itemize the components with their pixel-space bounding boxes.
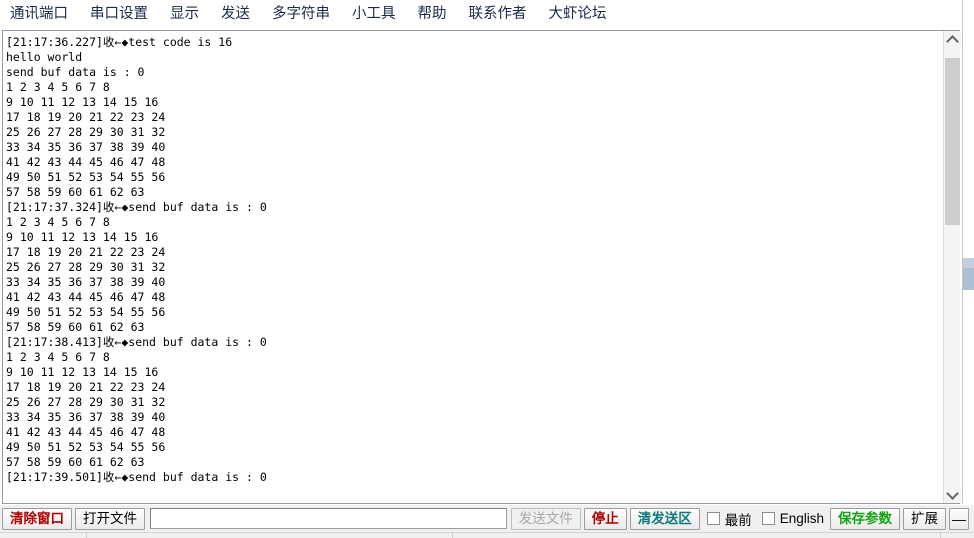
log-line: 33 34 35 36 37 38 39 40 xyxy=(6,140,166,154)
menu-tools[interactable]: 小工具 xyxy=(352,0,396,28)
edge-band-header xyxy=(963,258,974,268)
log-line: 25 26 27 28 29 30 31 32 xyxy=(6,395,166,409)
receive-scrollbar[interactable] xyxy=(943,31,961,503)
log-line: 1 2 3 4 5 6 7 8 xyxy=(6,350,110,364)
log-line: send buf data is : 0 xyxy=(6,65,145,79)
menu-contact-author[interactable]: 联系作者 xyxy=(469,0,527,28)
chevron-down-icon xyxy=(946,486,959,500)
edge-band-gap xyxy=(963,290,974,304)
menu-comm-port[interactable]: 通讯端口 xyxy=(10,0,68,28)
english-label: English xyxy=(779,511,824,526)
menu-multi-string[interactable]: 多字符串 xyxy=(272,0,330,28)
log-line: 41 42 43 44 45 46 47 48 xyxy=(6,290,166,304)
log-line: 57 58 59 60 61 62 63 xyxy=(6,320,145,334)
menu-display[interactable]: 显示 xyxy=(170,0,199,28)
log-line: 1 2 3 4 5 6 7 8 xyxy=(6,80,110,94)
menu-serial-settings[interactable]: 串口设置 xyxy=(90,0,148,28)
topmost-label: 最前 xyxy=(724,512,752,528)
topmost-checkbox[interactable]: 最前 xyxy=(706,509,752,529)
clear-window-button[interactable]: 清除窗口 xyxy=(2,507,72,530)
log-line: 17 18 19 20 21 22 23 24 xyxy=(6,110,166,124)
log-line: 25 26 27 28 29 30 31 32 xyxy=(6,125,166,139)
clear-send-area-button[interactable]: 清发送区 xyxy=(629,507,700,530)
menu-send[interactable]: 发送 xyxy=(221,0,250,28)
scrollbar-thumb[interactable] xyxy=(945,58,960,225)
edge-band-row xyxy=(963,268,974,290)
save-params-button[interactable]: 保存参数 xyxy=(830,507,900,530)
receive-log-text[interactable]: [21:17:36.227]收←◆test code is 16 hello wo… xyxy=(3,31,943,503)
send-file-button[interactable]: 发送文件 xyxy=(510,507,581,530)
checkbox-icon-topmost[interactable] xyxy=(706,512,720,525)
status-divider xyxy=(452,533,453,538)
checkbox-icon-english[interactable] xyxy=(761,512,775,525)
log-line: [21:17:37.324]收←◆send buf data is : 0 xyxy=(6,200,267,214)
edge-band-top xyxy=(963,0,974,258)
log-line: 33 34 35 36 37 38 39 40 xyxy=(6,275,166,289)
receive-area: [21:17:36.227]收←◆test code is 16 hello wo… xyxy=(2,30,961,504)
log-line: [21:17:38.413]收←◆send buf data is : 0 xyxy=(6,335,267,349)
status-divider xyxy=(86,533,87,538)
bottom-toolbar: 清除窗口 打开文件 发送文件 停止 清发送区 最前 English 保存参数 扩… xyxy=(0,505,974,532)
log-line: 9 10 11 12 13 14 15 16 xyxy=(6,230,159,244)
menubar: 通讯端口 串口设置 显示 发送 多字符串 小工具 帮助 联系作者 大虾论坛 xyxy=(0,0,962,28)
log-line: hello world xyxy=(6,50,83,64)
log-line: 57 58 59 60 61 62 63 xyxy=(6,455,145,469)
log-line: 49 50 51 52 53 54 55 56 xyxy=(6,170,166,184)
edge-band-body xyxy=(963,304,974,504)
log-line: 1 2 3 4 5 6 7 8 xyxy=(6,215,110,229)
log-line: [21:17:39.501]收←◆send buf data is : 0 xyxy=(6,470,267,484)
menu-help[interactable]: 帮助 xyxy=(418,0,447,28)
log-line: 49 50 51 52 53 54 55 56 xyxy=(6,440,166,454)
expand-button[interactable]: 扩展 xyxy=(903,507,946,530)
english-checkbox[interactable]: English xyxy=(761,511,824,526)
log-line: 41 42 43 44 45 46 47 48 xyxy=(6,155,166,169)
file-path-input[interactable] xyxy=(150,508,507,529)
log-line: 49 50 51 52 53 54 55 56 xyxy=(6,305,166,319)
log-line: 25 26 27 28 29 30 31 32 xyxy=(6,260,166,274)
minimize-button[interactable]: — xyxy=(949,507,969,530)
stop-button[interactable]: 停止 xyxy=(583,507,627,530)
log-line: 9 10 11 12 13 14 15 16 xyxy=(6,365,159,379)
chevron-up-icon xyxy=(946,34,959,48)
log-line: [21:17:36.227]收←◆test code is 16 xyxy=(6,35,233,49)
sscom-window: 通讯端口 串口设置 显示 发送 多字符串 小工具 帮助 联系作者 大虾论坛 [2… xyxy=(0,0,974,538)
log-line: 57 58 59 60 61 62 63 xyxy=(6,185,145,199)
scroll-down-button[interactable] xyxy=(944,486,961,503)
open-file-button[interactable]: 打开文件 xyxy=(75,507,145,530)
menu-forum[interactable]: 大虾论坛 xyxy=(549,0,607,28)
status-strip xyxy=(0,532,974,538)
log-line: 17 18 19 20 21 22 23 24 xyxy=(6,245,166,259)
log-line: 9 10 11 12 13 14 15 16 xyxy=(6,95,159,109)
log-line: 17 18 19 20 21 22 23 24 xyxy=(6,380,166,394)
background-window-edge xyxy=(962,0,974,504)
log-line: 33 34 35 36 37 38 39 40 xyxy=(6,410,166,424)
status-divider xyxy=(940,533,941,538)
scroll-up-button[interactable] xyxy=(944,31,961,48)
log-line: 41 42 43 44 45 46 47 48 xyxy=(6,425,166,439)
